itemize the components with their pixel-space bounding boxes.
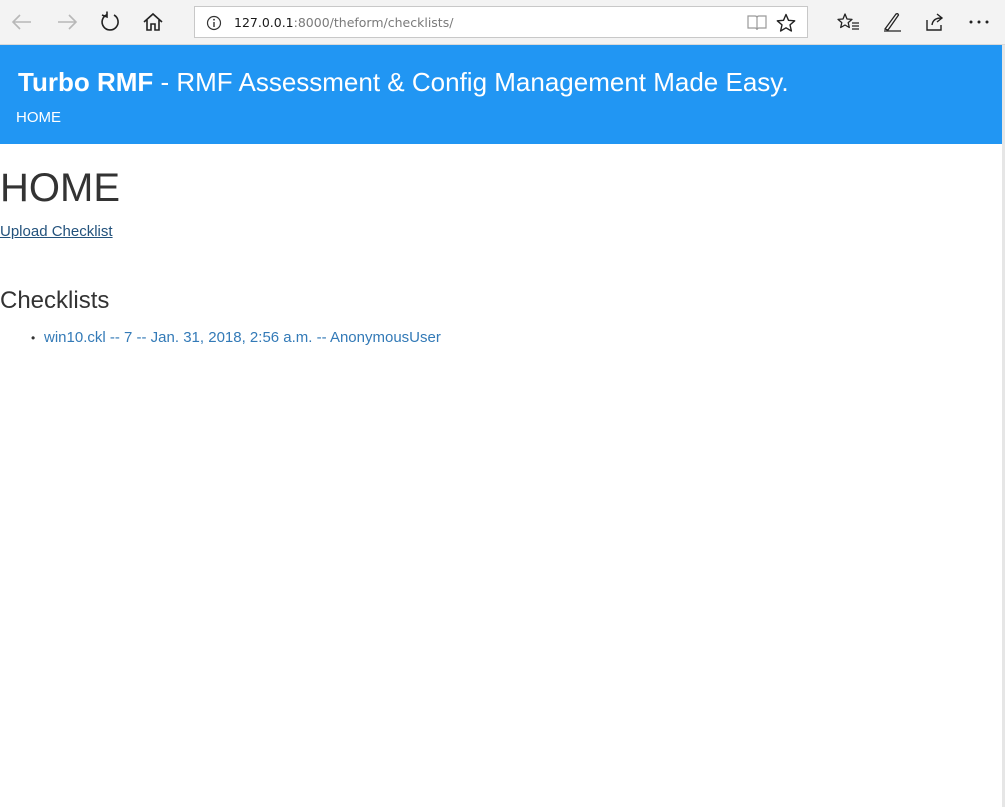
reading-view-icon[interactable] bbox=[746, 14, 768, 32]
page-title: HOME bbox=[0, 166, 120, 210]
checklist-link[interactable]: win10.ckl -- 7 -- Jan. 31, 2018, 2:56 a.… bbox=[44, 329, 441, 346]
ellipsis-icon bbox=[969, 20, 989, 24]
share-icon bbox=[926, 13, 944, 31]
bullet-icon: • bbox=[31, 331, 36, 345]
browser-toolbar: 127.0.0.1:8000/theform/checklists/ bbox=[0, 0, 1005, 45]
home-button[interactable] bbox=[137, 6, 169, 38]
favorites-list-icon bbox=[837, 13, 859, 30]
share-button[interactable] bbox=[918, 6, 952, 38]
notes-button[interactable] bbox=[875, 6, 909, 38]
url-path: :8000/theform/checklists/ bbox=[293, 15, 454, 30]
brand-name: Turbo RMF bbox=[18, 67, 154, 97]
checklists-heading: Checklists bbox=[0, 287, 110, 314]
back-button[interactable] bbox=[6, 6, 38, 38]
url-text[interactable]: 127.0.0.1:8000/theform/checklists/ bbox=[234, 15, 453, 31]
address-bar[interactable]: 127.0.0.1:8000/theform/checklists/ bbox=[194, 6, 808, 38]
forward-button[interactable] bbox=[51, 6, 83, 38]
list-item: • win10.ckl -- 7 -- Jan. 31, 2018, 2:56 … bbox=[0, 328, 441, 348]
more-menu-button[interactable] bbox=[962, 6, 996, 38]
favorite-star-icon[interactable] bbox=[776, 13, 796, 33]
url-host: 127.0.0.1 bbox=[234, 15, 294, 30]
site-title: Turbo RMF - RMF Assessment & Config Mana… bbox=[18, 67, 789, 97]
pen-icon bbox=[883, 13, 901, 32]
back-arrow-icon bbox=[11, 14, 31, 30]
upload-checklist-link[interactable]: Upload Checklist bbox=[0, 223, 113, 240]
checklist-list: • win10.ckl -- 7 -- Jan. 31, 2018, 2:56 … bbox=[0, 328, 441, 348]
refresh-button[interactable] bbox=[94, 6, 126, 38]
site-header: Turbo RMF - RMF Assessment & Config Mana… bbox=[0, 45, 1002, 144]
site-tagline: - RMF Assessment & Config Management Mad… bbox=[153, 67, 789, 97]
home-icon bbox=[143, 12, 163, 31]
info-icon[interactable] bbox=[206, 15, 222, 31]
favorites-hub-button[interactable] bbox=[832, 6, 866, 38]
forward-arrow-icon bbox=[58, 14, 78, 30]
refresh-icon bbox=[101, 11, 119, 31]
nav-home-link[interactable]: HOME bbox=[16, 109, 61, 126]
